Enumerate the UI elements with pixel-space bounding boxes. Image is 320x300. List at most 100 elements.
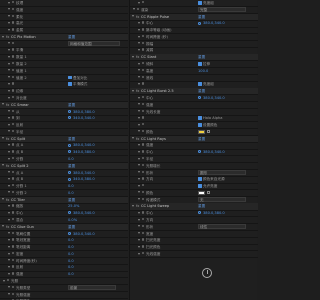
stopwatch-icon[interactable] [142, 150, 145, 153]
expand-triangle-icon[interactable] [8, 89, 10, 92]
stopwatch-icon[interactable] [12, 231, 15, 234]
stopwatch-icon[interactable] [12, 21, 15, 24]
expand-triangle-icon[interactable] [8, 55, 10, 58]
expand-triangle-icon[interactable] [138, 144, 140, 146]
expand-triangle-icon[interactable] [8, 42, 10, 45]
stopwatch-icon[interactable] [12, 89, 15, 92]
expand-triangle-icon[interactable] [138, 225, 140, 228]
position-target-icon[interactable] [68, 116, 71, 120]
expand-triangle-icon[interactable] [8, 211, 10, 214]
expand-triangle-icon[interactable] [8, 259, 10, 262]
stopwatch-icon[interactable] [137, 7, 140, 11]
position-target-icon[interactable] [198, 211, 201, 215]
property-value[interactable]: 0.0 [68, 271, 74, 277]
stopwatch-icon[interactable] [142, 156, 145, 160]
stopwatch-icon[interactable] [12, 190, 15, 194]
expand-triangle-icon[interactable] [2, 103, 4, 106]
expand-triangle-icon[interactable] [138, 49, 140, 52]
property-value[interactable]: 380.0,340.0 [203, 149, 225, 155]
stopwatch-icon[interactable] [142, 1, 145, 4]
property-value[interactable]: 100.0 [198, 68, 208, 74]
reset-link[interactable]: 重置 [198, 54, 205, 60]
expand-triangle-icon[interactable] [8, 8, 10, 11]
expand-triangle-icon[interactable] [138, 130, 140, 133]
stopwatch-icon[interactable] [12, 41, 15, 45]
stopwatch-icon[interactable] [142, 123, 145, 126]
expand-triangle-icon[interactable] [8, 110, 10, 113]
stopwatch-icon[interactable] [142, 68, 145, 72]
dropdown-select[interactable]: 前景 [68, 285, 116, 291]
expand-triangle-icon[interactable] [138, 42, 140, 45]
property-value[interactable]: 0.0 [68, 237, 74, 243]
expand-triangle-icon[interactable] [8, 293, 10, 296]
expand-triangle-icon[interactable] [8, 116, 10, 119]
stopwatch-icon[interactable] [12, 184, 15, 187]
expand-triangle-icon[interactable] [138, 150, 140, 153]
stopwatch-icon[interactable] [12, 265, 15, 268]
expand-triangle-icon[interactable] [8, 21, 10, 24]
position-target-icon[interactable] [68, 211, 71, 215]
checkbox[interactable] [198, 116, 202, 120]
expand-triangle-icon[interactable] [138, 191, 140, 194]
stopwatch-icon[interactable] [12, 272, 15, 275]
property-value[interactable]: 25.0% [68, 203, 79, 209]
property-value[interactable]: 380.0,340.0 [203, 20, 225, 26]
reset-link[interactable]: 重置 [68, 102, 75, 108]
stopwatch-icon[interactable] [12, 14, 15, 17]
stopwatch-icon[interactable] [142, 163, 145, 167]
eyedropper-icon[interactable] [207, 130, 211, 134]
color-swatch[interactable] [198, 129, 205, 135]
expand-triangle-icon[interactable] [132, 137, 134, 140]
stopwatch-icon[interactable] [12, 156, 15, 160]
dropdown-select[interactable]: 无 [198, 197, 246, 203]
stopwatch-icon[interactable] [142, 95, 145, 99]
expand-triangle-icon[interactable] [8, 218, 10, 221]
expand-triangle-icon[interactable] [132, 55, 134, 58]
property-value[interactable]: 340.0,380.0 [73, 149, 95, 155]
expand-triangle-icon[interactable] [138, 198, 140, 201]
stopwatch-icon[interactable] [142, 41, 145, 45]
expand-triangle-icon[interactable] [132, 15, 134, 18]
stopwatch-icon[interactable] [12, 211, 15, 214]
expand-triangle-icon[interactable] [138, 21, 140, 24]
expand-triangle-icon[interactable] [2, 225, 4, 228]
stopwatch-icon[interactable] [12, 170, 15, 173]
expand-triangle-icon[interactable] [138, 157, 140, 160]
stopwatch-icon[interactable] [12, 129, 15, 133]
expand-triangle-icon[interactable] [8, 76, 10, 79]
reset-link[interactable]: 重置 [68, 163, 75, 169]
stopwatch-icon[interactable] [142, 143, 145, 146]
expand-triangle-icon[interactable] [8, 272, 10, 275]
stopwatch-icon[interactable] [142, 224, 145, 228]
expand-triangle-icon[interactable] [8, 266, 10, 269]
stopwatch-icon[interactable] [142, 82, 145, 85]
stopwatch-icon[interactable] [142, 184, 145, 187]
expand-triangle-icon[interactable] [8, 191, 10, 194]
stopwatch-icon[interactable] [142, 75, 145, 78]
stopwatch-icon[interactable] [142, 251, 145, 255]
stopwatch-icon[interactable] [12, 245, 15, 248]
stopwatch-icon[interactable] [12, 28, 15, 31]
reset-link[interactable]: 重置 [68, 197, 75, 203]
reset-link[interactable]: 重置 [68, 34, 75, 40]
stopwatch-icon[interactable] [12, 251, 15, 255]
stopwatch-icon[interactable] [12, 68, 15, 72]
stopwatch-icon[interactable] [12, 123, 15, 126]
property-value[interactable]: 0.0 [68, 258, 74, 264]
stopwatch-icon[interactable] [12, 1, 15, 4]
property-value[interactable]: 380.0,380.0 [73, 109, 95, 115]
property-value[interactable]: 380.0,380.0 [203, 210, 225, 216]
stopwatch-icon[interactable] [12, 109, 15, 112]
expand-triangle-icon[interactable] [8, 69, 10, 72]
expand-triangle-icon[interactable] [8, 177, 10, 180]
reset-link[interactable]: 重置 [198, 203, 205, 209]
checkbox[interactable] [68, 82, 72, 86]
checkbox[interactable] [198, 1, 202, 5]
expand-triangle-icon[interactable] [8, 184, 10, 187]
property-value[interactable]: 380.0,340.0 [73, 210, 95, 216]
stopwatch-icon[interactable] [142, 218, 145, 221]
stopwatch-icon[interactable] [142, 102, 145, 106]
position-target-icon[interactable] [198, 150, 201, 154]
reset-link[interactable]: 重置 [198, 136, 205, 142]
stopwatch-icon[interactable] [142, 109, 145, 112]
